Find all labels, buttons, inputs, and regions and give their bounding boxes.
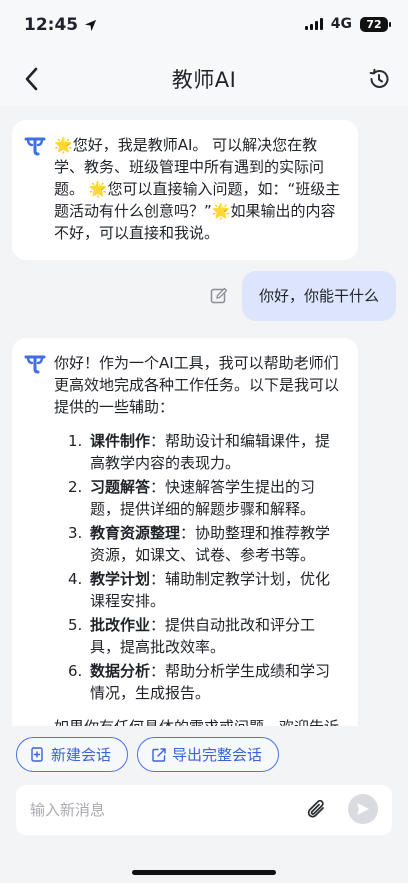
list-item-number: 5.: [68, 616, 83, 634]
export-chat-button[interactable]: 导出完整会话: [137, 737, 280, 772]
pencil-icon: [210, 287, 228, 304]
list-item-title: 教学计划: [90, 570, 151, 588]
list-item: 6. 数据分析：帮助分析学生成绩和学习情况，生成报告。: [68, 660, 342, 704]
list-item-number: 3.: [68, 524, 83, 542]
message-input[interactable]: [16, 785, 296, 835]
battery-level: 72: [366, 17, 382, 31]
nav-bar: 教师AI: [0, 52, 408, 106]
status-time: 12:45: [24, 15, 97, 35]
list-item: 4. 教学计划：辅助制定教学计划，优化课程安排。: [68, 568, 342, 612]
star-icon: 🌟: [54, 136, 73, 154]
location-arrow-icon: [85, 19, 97, 31]
page-title: 教师AI: [171, 68, 237, 92]
status-indicators: 4G 72: [304, 16, 391, 32]
list-item-number: 6.: [68, 662, 83, 680]
edit-icon[interactable]: [208, 285, 230, 307]
paperclip-icon[interactable]: [304, 797, 330, 823]
chat-area[interactable]: 🌟您好，我是教师AI。 可以解决您在教学、教务、班级管理中所有遇到的实际问题。 …: [0, 106, 408, 726]
list-item-title: 批改作业: [90, 616, 151, 634]
battery-icon: 72: [360, 16, 391, 32]
ai-message-reply: 你好！作为一个AI工具，我可以帮助老师们更高效地完成各种工作任务。以下是我可以提…: [12, 338, 358, 726]
history-icon: [369, 68, 389, 88]
list-item-number: 1.: [68, 432, 83, 450]
user-message-bubble: 你好，你能干什么: [241, 271, 396, 321]
list-item: 2. 习题解答：快速解答学生提出的习题，提供详细的解题步骤和解释。: [68, 476, 342, 520]
send-icon: [357, 803, 369, 815]
back-button[interactable]: [16, 64, 46, 94]
new-chat-label: 新建会话: [51, 746, 112, 764]
list-item-number: 2.: [68, 478, 83, 496]
list-item-title: 数据分析: [90, 662, 151, 680]
chevron-left-icon: [25, 67, 38, 91]
action-row: 新建会话 导出完整会话: [16, 737, 280, 772]
list-item-title: 习题解答: [90, 478, 151, 496]
ai-logo-icon: [24, 137, 46, 156]
new-chat-icon: [31, 747, 43, 762]
reply-intro: 你好！作为一个AI工具，我可以帮助老师们更高效地完成各种工作任务。以下是我可以提…: [54, 354, 340, 416]
ai-logo-icon: [24, 355, 46, 374]
status-bar: 12:45 4G 72: [0, 0, 408, 52]
home-indicator: [132, 870, 276, 875]
new-chat-button[interactable]: 新建会话: [16, 737, 129, 772]
user-message-row: 你好，你能干什么: [208, 271, 396, 321]
message-composer: [16, 785, 392, 835]
history-button[interactable]: [364, 64, 394, 94]
reply-outro: 如果你有任何具体的需求或问题，欢迎告诉: [54, 716, 342, 726]
star-icon: 🌟: [88, 180, 108, 198]
network-type: 4G: [330, 16, 352, 32]
list-item-title: 教育资源整理: [90, 524, 181, 542]
send-button[interactable]: [348, 794, 378, 824]
export-chat-label: 导出完整会话: [172, 746, 263, 764]
export-icon: [152, 747, 166, 762]
signal-icon: [304, 18, 323, 30]
list-item: 5. 批改作业：提供自动批改和评分工具，提高批改效率。: [68, 614, 342, 658]
star-icon: 🌟: [211, 202, 231, 220]
status-time-text: 12:45: [24, 15, 79, 35]
list-item-number: 4.: [68, 570, 83, 588]
list-item: 1. 课件制作：帮助设计和编辑课件，提高教学内容的表现力。: [68, 430, 342, 474]
list-item: 3. 教育资源整理：协助整理和推荐教学资源，如课文、试卷、参考书等。: [68, 522, 342, 566]
list-item-title: 课件制作: [90, 432, 151, 450]
ai-message-greeting: 🌟您好，我是教师AI。 可以解决您在教学、教务、班级管理中所有遇到的实际问题。 …: [12, 120, 358, 260]
help-list: 1. 课件制作：帮助设计和编辑课件，提高教学内容的表现力。 2. 习题解答：快速解答…: [54, 430, 342, 704]
